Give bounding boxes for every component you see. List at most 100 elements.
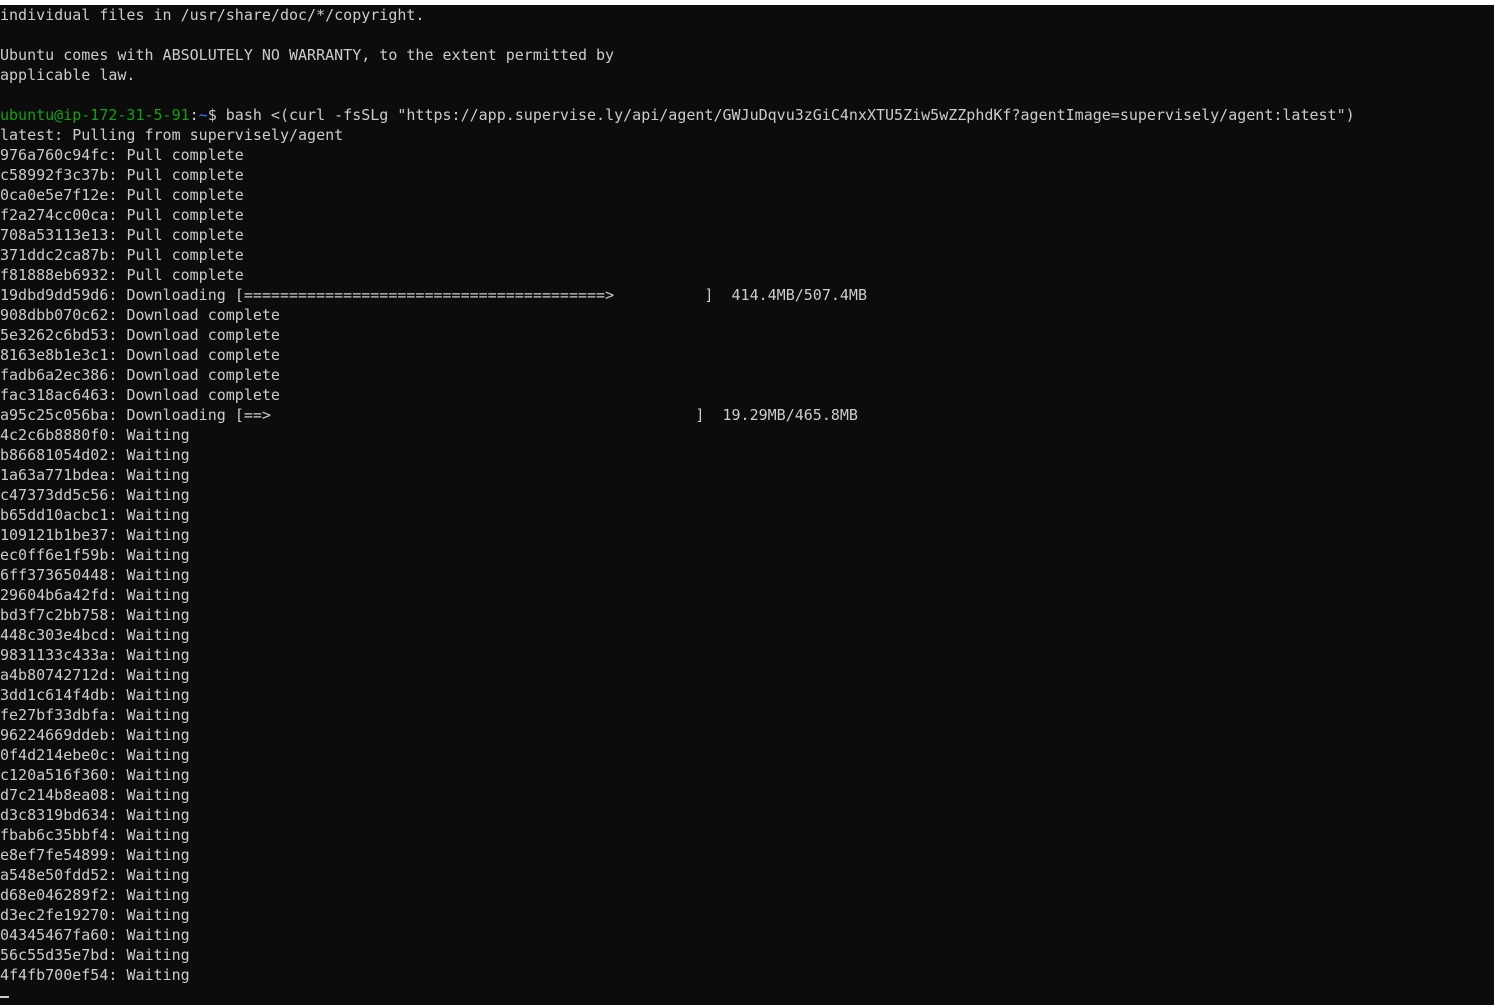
layer-row: 9831133c433a: Waiting [0,645,1494,665]
layer-row: d7c214b8ea08: Waiting [0,785,1494,805]
motd-line [0,85,1494,105]
layer-row: 3dd1c614f4db: Waiting [0,685,1494,705]
layer-separator: : [108,166,127,184]
layer-separator: : [108,726,127,744]
layer-row: a4b80742712d: Waiting [0,665,1494,685]
layer-status: Waiting [126,826,190,844]
layer-row: 708a53113e13: Pull complete [0,225,1494,245]
layer-separator: : [108,326,127,344]
layer-row: fe27bf33dbfa: Waiting [0,705,1494,725]
layer-separator: : [108,186,127,204]
layer-row: 976a760c94fc: Pull complete [0,145,1494,165]
layer-separator: : [108,146,127,164]
download-progress-bar: [==> ] [234,406,705,424]
layer-status: Pull complete [126,166,244,184]
layer-separator: : [108,226,127,244]
layer-row: 8163e8b1e3c1: Download complete [0,345,1494,365]
layer-separator: : [108,766,127,784]
layer-separator: : [108,886,127,904]
layer-id: b65dd10acbc1 [0,506,109,524]
layer-status: Waiting [126,426,190,444]
layer-row: 0f4d214ebe0c: Waiting [0,745,1494,765]
layer-row: 29604b6a42fd: Waiting [0,585,1494,605]
layer-id: 0ca0e5e7f12e [0,186,109,204]
layer-row: 908dbb070c62: Download complete [0,305,1494,325]
layer-separator: : [108,406,127,424]
layer-separator: : [108,826,127,844]
layer-id: 109121b1be37 [0,526,109,544]
layer-status: Waiting [126,566,190,584]
layer-row: 19dbd9dd59d6: Downloading [=============… [0,285,1494,305]
layer-status: Waiting [126,746,190,764]
layer-id: c47373dd5c56 [0,486,109,504]
motd-line: Ubuntu comes with ABSOLUTELY NO WARRANTY… [0,46,615,64]
layer-id: 908dbb070c62 [0,306,109,324]
layer-status: Waiting [126,466,190,484]
prompt-user-host: ubuntu@ip-172-31-5-91 [0,106,190,124]
layer-id: d7c214b8ea08 [0,786,109,804]
layer-row: c58992f3c37b: Pull complete [0,165,1494,185]
layer-separator: : [108,846,127,864]
layer-separator: : [108,806,127,824]
layer-separator: : [108,746,127,764]
layer-id: 8163e8b1e3c1 [0,346,109,364]
layer-id: d3c8319bd634 [0,806,109,824]
motd-block: individual files in /usr/share/doc/*/cop… [0,5,1494,105]
layer-id: a548e50fdd52 [0,866,109,884]
layer-id: 6ff373650448 [0,566,109,584]
prompt-symbol: $ [207,106,226,124]
layer-id: 19dbd9dd59d6 [0,286,109,304]
layer-id: fbab6c35bbf4 [0,826,109,844]
layer-status: Waiting [126,846,190,864]
layer-separator: : [108,926,127,944]
layer-separator: : [108,686,127,704]
layer-status: Waiting [126,586,190,604]
layer-separator: : [108,786,127,804]
layer-separator: : [108,946,127,964]
layer-row: 448c303e4bcd: Waiting [0,625,1494,645]
layer-row: 4c2c6b8880f0: Waiting [0,425,1494,445]
layer-separator: : [108,466,127,484]
layer-row: d3c8319bd634: Waiting [0,805,1494,825]
layer-separator: : [108,626,127,644]
layer-id: fe27bf33dbfa [0,706,109,724]
layer-row: d3ec2fe19270: Waiting [0,905,1494,925]
layer-separator: : [108,566,127,584]
layer-separator: : [108,266,127,284]
layer-row: 4f4fb700ef54: Waiting [0,965,1494,985]
layer-row: fbab6c35bbf4: Waiting [0,825,1494,845]
layer-row: 371ddc2ca87b: Pull complete [0,245,1494,265]
layer-status: Download complete [126,366,280,384]
layer-id: 708a53113e13 [0,226,109,244]
layer-row: a95c25c056ba: Downloading [==> ] 19.29MB… [0,405,1494,425]
layer-id: bd3f7c2bb758 [0,606,109,624]
layer-status: Download complete [126,386,280,404]
layer-id: 3dd1c614f4db [0,686,109,704]
layer-status: Waiting [126,606,190,624]
layer-status: Pull complete [126,266,244,284]
layer-status: Waiting [126,946,190,964]
layer-id: f81888eb6932 [0,266,109,284]
layer-id: 1a63a771bdea [0,466,109,484]
terminal-window[interactable]: individual files in /usr/share/doc/*/cop… [0,5,1494,1005]
layer-status: Pull complete [126,246,244,264]
layer-id: d3ec2fe19270 [0,906,109,924]
layer-status: Waiting [126,506,190,524]
command-text: bash <(curl -fsSLg "https://app.supervis… [225,106,1355,124]
layer-id: a95c25c056ba [0,406,109,424]
layer-separator: : [108,426,127,444]
motd-line: applicable law. [0,66,136,84]
layer-status: Waiting [126,726,190,744]
layer-status: Waiting [126,706,190,724]
layer-row: fac318ac6463: Download complete [0,385,1494,405]
layer-separator: : [108,386,127,404]
layer-separator: : [108,366,127,384]
layer-row: a548e50fdd52: Waiting [0,865,1494,885]
download-progress-bar: [=======================================… [234,286,714,304]
pull-header: latest: Pulling from supervisely/agent [0,126,344,144]
layer-id: 29604b6a42fd [0,586,109,604]
layer-id: 96224669ddeb [0,726,109,744]
layer-id: 56c55d35e7bd [0,946,109,964]
layer-separator: : [108,906,127,924]
layer-id: 4f4fb700ef54 [0,966,109,984]
